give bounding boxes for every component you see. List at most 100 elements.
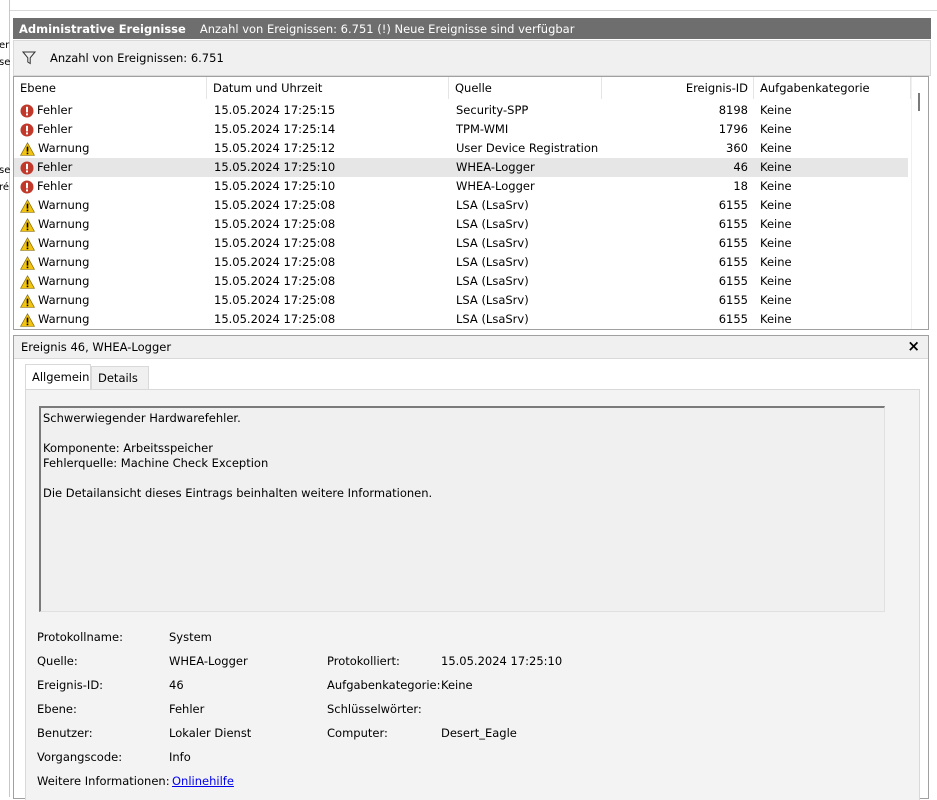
column-header-label: Datum und Uhrzeit bbox=[213, 81, 323, 95]
label-ebene: Ebene: bbox=[37, 702, 77, 716]
column-header-datetime[interactable]: Datum und Uhrzeit bbox=[207, 77, 449, 99]
event-row[interactable]: Warnung 15.05.2024 17:25:08 LSA (LsaSrv) 61… bbox=[14, 272, 908, 291]
column-header-event-id[interactable]: Ereignis-ID bbox=[602, 77, 754, 99]
left-pane-fragment: se bbox=[0, 165, 11, 176]
event-list[interactable]: Ebene Datum und Uhrzeit Quelle Ereignis-… bbox=[13, 76, 929, 330]
event-row[interactable]: Warnung 15.05.2024 17:25:08 LSA (LsaSrv) 61… bbox=[14, 291, 908, 310]
warning-icon bbox=[20, 141, 35, 156]
column-header-label: Aufgabenkategorie bbox=[760, 81, 870, 95]
event-list-scrollbar[interactable] bbox=[911, 77, 928, 329]
cell-source: LSA (LsaSrv) bbox=[456, 255, 529, 269]
cell-datetime: 15.05.2024 17:25:14 bbox=[214, 122, 336, 136]
cell-event-id: 6155 bbox=[718, 198, 748, 212]
column-header-source[interactable]: Quelle bbox=[449, 77, 602, 99]
column-header-label: Ebene bbox=[20, 81, 57, 95]
cell-source: TPM-WMI bbox=[456, 122, 509, 136]
label-keywords: Schlüsselwörter: bbox=[327, 702, 422, 716]
level-text: Warnung bbox=[38, 236, 90, 250]
cell-source: WHEA-Logger bbox=[456, 179, 535, 193]
value-computer: Desert_Eagle bbox=[441, 726, 517, 740]
close-icon[interactable]: × bbox=[907, 337, 920, 355]
cell-task-category: Keine bbox=[760, 103, 792, 117]
online-help-link[interactable]: Onlinehilfe bbox=[172, 774, 234, 788]
filter-icon[interactable] bbox=[22, 51, 36, 65]
cell-task-category: Keine bbox=[760, 312, 792, 326]
event-row[interactable]: Warnung 15.05.2024 17:25:08 LSA (LsaSrv) 61… bbox=[14, 196, 908, 215]
warning-icon bbox=[20, 198, 35, 213]
cell-task-category: Keine bbox=[760, 293, 792, 307]
event-row[interactable]: Warnung 15.05.2024 17:25:12 User Device Re… bbox=[14, 139, 908, 158]
value-vorgangscode: Info bbox=[169, 750, 191, 764]
column-header-label: Quelle bbox=[455, 81, 492, 95]
event-row[interactable]: Warnung 15.05.2024 17:25:08 LSA (LsaSrv) 61… bbox=[14, 253, 908, 272]
detail-title-bar: Ereignis 46, WHEA-Logger × bbox=[14, 336, 928, 359]
cell-level: Warnung bbox=[20, 196, 89, 215]
cell-level: Warnung bbox=[20, 234, 89, 253]
cell-datetime: 15.05.2024 17:25:08 bbox=[214, 274, 336, 288]
label-vorgangscode: Vorgangscode: bbox=[37, 750, 123, 764]
cell-level: Warnung bbox=[20, 215, 89, 234]
cell-event-id: 6155 bbox=[718, 312, 748, 326]
cell-level: Fehler bbox=[20, 177, 72, 196]
view-title: Administrative Ereignisse bbox=[19, 21, 186, 36]
value-protokollname: System bbox=[169, 630, 212, 644]
cell-level: Fehler bbox=[20, 120, 72, 139]
cell-event-id: 6155 bbox=[718, 217, 748, 231]
left-pane-fragment: er bbox=[0, 40, 10, 51]
cell-source: LSA (LsaSrv) bbox=[456, 217, 529, 231]
event-row[interactable]: Fehler 15.05.2024 17:25:14 TPM-WMI 1796 Kein… bbox=[14, 120, 908, 139]
detail-title: Ereignis 46, WHEA-Logger bbox=[21, 340, 172, 354]
cell-datetime: 15.05.2024 17:25:08 bbox=[214, 293, 336, 307]
event-row[interactable]: Warnung 15.05.2024 17:25:08 LSA (LsaSrv) 61… bbox=[14, 234, 908, 253]
tab-details[interactable]: Details bbox=[91, 366, 149, 389]
cell-datetime: 15.05.2024 17:25:08 bbox=[214, 217, 336, 231]
event-row[interactable]: Fehler 15.05.2024 17:25:10 WHEA-Logger 46 Ke… bbox=[14, 158, 908, 177]
cell-source: LSA (LsaSrv) bbox=[456, 293, 529, 307]
cell-event-id: 1796 bbox=[718, 122, 748, 136]
event-row[interactable]: Warnung 15.05.2024 17:25:08 LSA (LsaSrv) 61… bbox=[14, 215, 908, 234]
column-header-level[interactable]: Ebene bbox=[14, 77, 207, 99]
cell-level: Fehler bbox=[20, 158, 72, 177]
warning-icon bbox=[20, 217, 35, 232]
column-header-task-category[interactable]: Aufgabenkategorie bbox=[754, 77, 911, 99]
left-pane-fragment: ré bbox=[0, 182, 10, 193]
label-event-id: Ereignis-ID: bbox=[37, 678, 104, 692]
scrollbar-thumb[interactable] bbox=[918, 93, 920, 111]
event-description-box[interactable]: Schwerwiegender Hardwarefehler. Komponen… bbox=[39, 406, 885, 612]
event-list-header: Ebene Datum und Uhrzeit Quelle Ereignis-… bbox=[14, 77, 911, 99]
description-line: Fehlerquelle: Machine Check Exception bbox=[43, 456, 269, 470]
label-protokolliert: Protokolliert: bbox=[327, 654, 400, 668]
level-text: Warnung bbox=[38, 274, 90, 288]
view-title-bar: Administrative Ereignisse Anzahl von Ere… bbox=[13, 18, 931, 39]
cell-level: Warnung bbox=[20, 310, 89, 329]
description-line bbox=[43, 471, 884, 486]
value-event-id: 46 bbox=[169, 678, 184, 692]
cell-task-category: Keine bbox=[760, 274, 792, 288]
event-row[interactable]: Warnung 15.05.2024 17:25:08 LSA (LsaSrv) 61… bbox=[14, 310, 908, 329]
tab-allgemein[interactable]: Allgemein bbox=[25, 364, 91, 389]
left-navigation-pane[interactable]: er se se ré bbox=[0, 0, 10, 797]
event-row[interactable]: Fehler 15.05.2024 17:25:15 Security-SPP 819… bbox=[14, 101, 908, 120]
label-computer: Computer: bbox=[327, 726, 388, 740]
value-benutzer: Lokaler Dienst bbox=[169, 726, 252, 740]
level-text: Fehler bbox=[37, 160, 73, 174]
cell-event-id: 6155 bbox=[718, 255, 748, 269]
error-icon bbox=[20, 161, 34, 174]
label-benutzer: Benutzer: bbox=[37, 726, 93, 740]
left-pane-fragment: se bbox=[0, 57, 11, 68]
error-icon bbox=[20, 180, 34, 193]
cell-source: User Device Registration bbox=[456, 141, 599, 155]
event-row[interactable]: Fehler 15.05.2024 17:25:10 WHEA-Logger 18 Ke… bbox=[14, 177, 908, 196]
cell-task-category: Keine bbox=[760, 160, 792, 174]
cell-level: Warnung bbox=[20, 139, 89, 158]
cell-task-category: Keine bbox=[760, 236, 792, 250]
cell-level: Warnung bbox=[20, 253, 89, 272]
cell-source: LSA (LsaSrv) bbox=[456, 312, 529, 326]
cell-task-category: Keine bbox=[760, 179, 792, 193]
warning-icon bbox=[20, 293, 35, 308]
cell-level: Warnung bbox=[20, 272, 89, 291]
cell-source: WHEA-Logger bbox=[456, 160, 535, 174]
label-task-category: Aufgabenkategorie: bbox=[327, 678, 441, 692]
level-text: Warnung bbox=[38, 141, 90, 155]
cell-event-id: 46 bbox=[733, 160, 748, 174]
